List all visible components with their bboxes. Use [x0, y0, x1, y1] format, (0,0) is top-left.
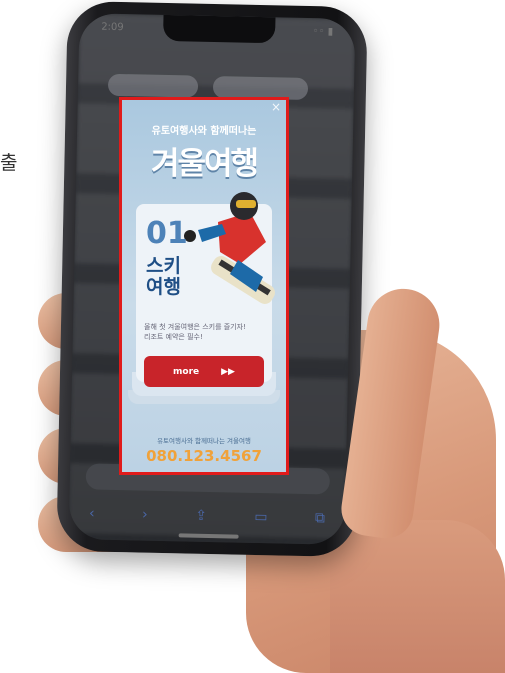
- blurred-button: [107, 73, 199, 98]
- more-label: more: [173, 366, 200, 377]
- tabs-icon[interactable]: ⧉: [315, 510, 325, 530]
- hand-wrist: [330, 520, 505, 673]
- status-icons: ◦◦ ▮: [312, 26, 334, 38]
- book-icon[interactable]: ▭: [254, 509, 268, 529]
- side-text-fragment: 출: [0, 152, 18, 174]
- more-button[interactable]: more ▶▶: [144, 356, 264, 387]
- ad-category: 스키 여행: [146, 255, 181, 298]
- ad-phone-number[interactable]: 080.123.4567: [122, 447, 286, 465]
- close-icon[interactable]: ×: [271, 100, 281, 114]
- share-icon[interactable]: ⇪: [195, 508, 207, 528]
- ad-description: 올해 첫 겨울여행은 스키를 즐기자! 리조트 예약은 필수!: [144, 323, 246, 341]
- back-icon[interactable]: ‹: [89, 505, 95, 525]
- ad-subtitle: 유토여행사와 함께떠나는: [151, 126, 257, 137]
- status-time: 2:09: [101, 21, 124, 34]
- phone-notch: [162, 14, 276, 44]
- ad-title: 겨울여행: [150, 146, 259, 182]
- snowboarder-illustration: [184, 192, 275, 305]
- forward-icon[interactable]: ›: [142, 507, 148, 527]
- popup-ad[interactable]: × 유토여행사와 함께떠나는 겨울여행 01 스키 여행 올해 첫 겨울여행은 …: [119, 97, 289, 475]
- double-arrow-icon: ▶▶: [221, 366, 235, 377]
- ad-number: 01: [146, 216, 188, 251]
- ad-footer-text: 유토여행사와 함께떠나는 겨울여행: [157, 437, 251, 445]
